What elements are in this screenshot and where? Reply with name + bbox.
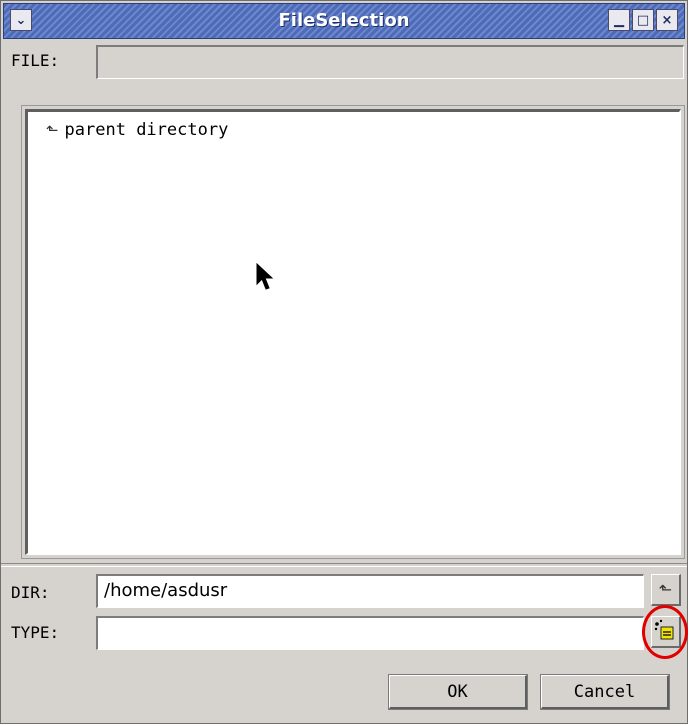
cancel-button[interactable]: Cancel <box>540 674 670 710</box>
ok-button[interactable]: OK <box>388 674 528 710</box>
dir-label: DIR: <box>11 583 50 602</box>
close-icon: × <box>661 12 673 28</box>
mouse-pointer-icon <box>256 263 274 290</box>
list-item-parent-directory[interactable]: ⬑ parent directory <box>46 120 228 140</box>
minimize-button[interactable]: ▁ <box>608 9 630 31</box>
file-selection-window: ⌄ FileSelection ▁ □ × FILE: ⬑ parent dir… <box>0 0 688 724</box>
parent-directory-button[interactable]: ⬑ <box>651 574 681 606</box>
file-label: FILE: <box>11 51 60 70</box>
title-bar[interactable]: ⌄ FileSelection ▁ □ × <box>3 3 685 39</box>
type-label: TYPE: <box>11 623 60 642</box>
minimize-icon: ▁ <box>614 12 624 28</box>
divider <box>1 563 687 567</box>
up-arrow-icon: ⬑ <box>46 121 59 139</box>
maximize-icon: □ <box>636 12 650 28</box>
dir-field[interactable]: /home/asdusr <box>96 574 644 608</box>
highlight-annotation <box>642 605 688 659</box>
type-field[interactable] <box>96 616 644 650</box>
close-button[interactable]: × <box>656 9 678 31</box>
file-list[interactable]: ⬑ parent directory <box>25 109 681 555</box>
file-field[interactable] <box>96 45 684 79</box>
list-item-label: parent directory <box>64 120 229 140</box>
window-title: FileSelection <box>278 10 410 31</box>
maximize-button[interactable]: □ <box>632 9 654 31</box>
up-arrow-icon: ⬑ <box>658 580 673 599</box>
